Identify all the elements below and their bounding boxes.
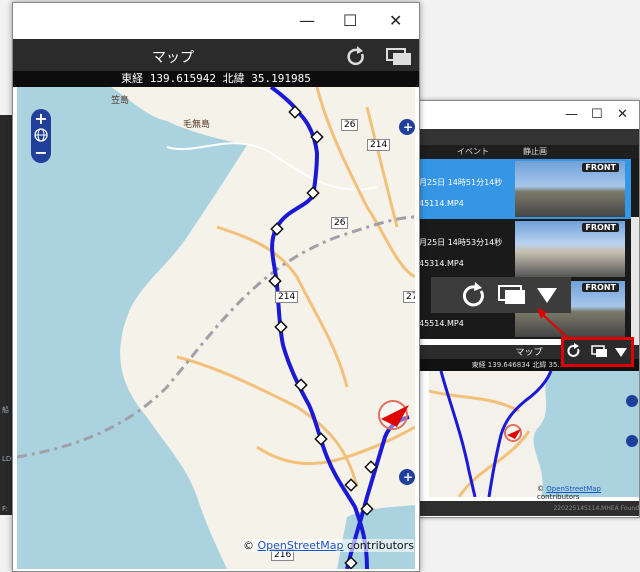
back-map-zoom-icon[interactable] bbox=[626, 395, 638, 407]
back-window: — ☐ ✕ イベント 静止画 月25日 14時51分14秒 45114.MP4 F… bbox=[418, 100, 640, 518]
minimize-button[interactable]: — bbox=[299, 11, 315, 30]
refresh-icon[interactable] bbox=[347, 46, 364, 66]
map-title: マップ bbox=[152, 50, 194, 66]
strip-label: 船 bbox=[2, 406, 9, 414]
map-canvas[interactable]: + + 笠島 毛無島 26 214 26 214 27 216 + − bbox=[17, 87, 415, 569]
zoom-in-button[interactable]: + bbox=[31, 109, 51, 128]
osm-link[interactable]: OpenStreetMap bbox=[546, 485, 601, 493]
strip-label: F: bbox=[2, 505, 8, 513]
maximize-button[interactable]: ☐ bbox=[343, 11, 357, 30]
place-label: 毛無島 bbox=[183, 120, 211, 130]
front-map-window: — ☐ ✕ マップ 東経 139.615942 北緯 35.191985 + +… bbox=[12, 2, 420, 572]
back-statusbar: 220225145114.MHEA Found bbox=[419, 501, 639, 516]
osm-link[interactable]: OpenStreetMap bbox=[258, 539, 344, 552]
back-map-zoom-icon[interactable] bbox=[626, 435, 638, 447]
road-label: 214 bbox=[275, 291, 299, 303]
dropdown-triangle-icon[interactable] bbox=[615, 348, 627, 357]
front-titlebar: — ☐ ✕ bbox=[13, 3, 419, 37]
back-map-graphic bbox=[428, 370, 639, 498]
route-waypoints bbox=[268, 105, 378, 569]
header-icons bbox=[347, 46, 411, 66]
road-label: 214 bbox=[367, 139, 391, 151]
highlight-icons bbox=[567, 343, 627, 357]
map-zoom-control: + − bbox=[31, 109, 51, 163]
window-mode-icon[interactable] bbox=[591, 345, 607, 357]
highlighted-control-bar bbox=[561, 337, 634, 367]
coordinates-readout: 東経 139.615942 北緯 35.191985 bbox=[13, 71, 419, 87]
zoom-out-button[interactable]: − bbox=[31, 143, 51, 162]
globe-icon[interactable] bbox=[33, 127, 49, 143]
map-header: マップ bbox=[13, 39, 419, 71]
place-label: 笠島 bbox=[111, 96, 130, 106]
window-mode-icon[interactable] bbox=[386, 48, 411, 65]
svg-text:+: + bbox=[403, 470, 413, 484]
svg-text:+: + bbox=[403, 120, 413, 134]
road-label: 26 bbox=[331, 217, 349, 229]
map-credit: © OpenStreetMap contributors bbox=[243, 539, 414, 552]
back-map-credit: © OpenStreetMap contributors bbox=[537, 485, 601, 501]
road-label: 27 bbox=[403, 291, 415, 303]
back-minimap[interactable] bbox=[428, 370, 639, 498]
map-graphic: + + bbox=[17, 87, 415, 569]
refresh-icon[interactable] bbox=[567, 343, 580, 357]
close-button[interactable]: ✕ bbox=[389, 11, 402, 30]
road-label: 26 bbox=[341, 119, 359, 131]
